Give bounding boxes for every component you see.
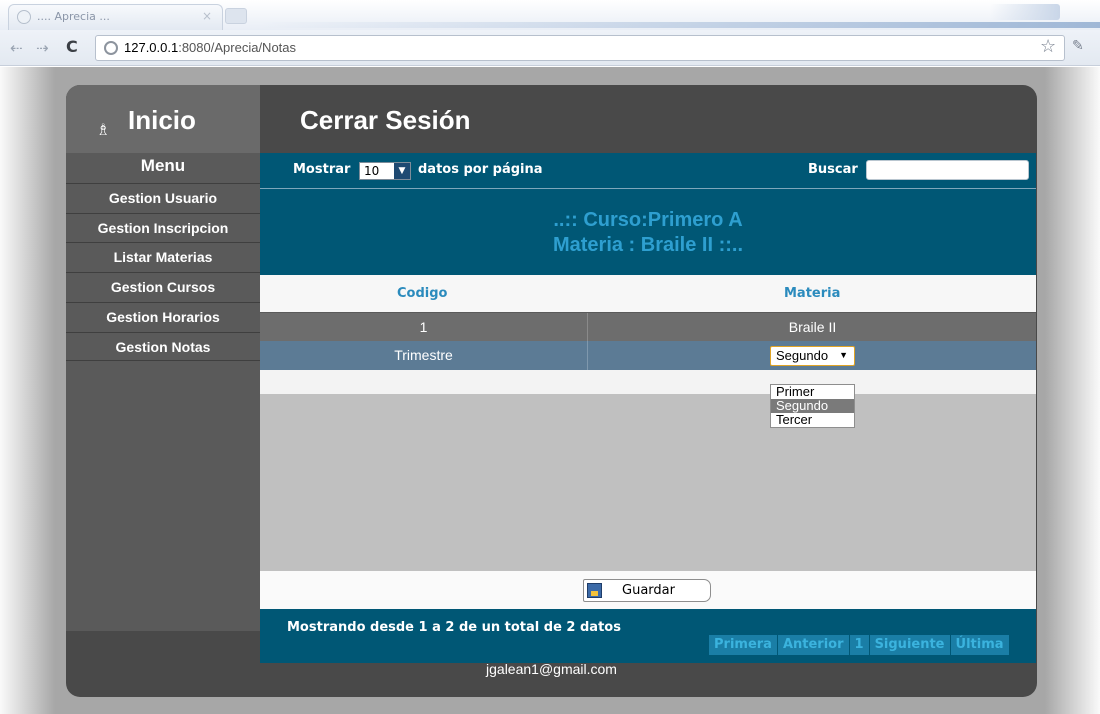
trimestre-label: Trimestre	[260, 341, 588, 370]
page-info-icon[interactable]	[104, 41, 118, 55]
chevron-down-icon: ▼	[839, 350, 848, 360]
home-icon: ♗	[96, 122, 111, 139]
sidebar-item-gestion-cursos[interactable]: Gestion Cursos	[66, 272, 260, 301]
trimestre-selected-value: Segundo	[776, 348, 829, 363]
browser-toolbar: ⇠ ⇢ C 127.0.0.1:8080/Aprecia/Notas	[0, 30, 1100, 66]
tab-strip-divider	[260, 22, 1100, 28]
chevron-down-icon: ▼	[394, 163, 410, 179]
option-primer[interactable]: Primer	[771, 385, 854, 399]
page-size-select[interactable]: 10 ▼	[359, 162, 411, 180]
save-button[interactable]: Guardar	[583, 579, 711, 602]
favicon-icon	[17, 10, 31, 24]
table-row: 1 Braile II	[260, 312, 1036, 342]
pager-last-button[interactable]: Última	[950, 635, 1009, 655]
search-label: Buscar	[808, 162, 858, 177]
menu-title: Menu	[140, 156, 186, 175]
table-spacer-row	[260, 370, 1036, 394]
floppy-disk-icon	[587, 583, 602, 598]
cell-materia: Braile II	[788, 319, 837, 335]
new-tab-button[interactable]	[225, 8, 247, 24]
sidebar: Menu Gestion Usuario Gestion Inscripcion…	[66, 153, 260, 631]
actions-bar: Guardar	[260, 571, 1036, 609]
course-banner: ..:: Curso:Primero A Materia : Braile II…	[260, 189, 1036, 275]
footer-email: jgalean1@gmail.com	[486, 661, 617, 677]
star-icon[interactable]: ☆	[1040, 36, 1056, 57]
option-tercer[interactable]: Tercer	[771, 413, 854, 427]
save-label: Guardar	[622, 583, 675, 598]
trimestre-options-list: Primer Segundo Tercer	[770, 384, 855, 428]
records-info: Mostrando desde 1 a 2 de un total de 2 d…	[287, 620, 621, 635]
url-host: 127.0.0.1	[124, 40, 179, 55]
show-label: Mostrar	[293, 162, 351, 177]
sidebar-item-gestion-horarios[interactable]: Gestion Horarios	[66, 302, 260, 331]
wrench-icon[interactable]: ✎	[1072, 38, 1084, 54]
subject-title: Materia : Braile II ::..	[552, 234, 744, 256]
browser-tab[interactable]: .... Aprecia ... ×	[8, 4, 223, 30]
column-header-codigo[interactable]: Codigo	[397, 286, 447, 301]
reload-icon[interactable]: C	[66, 37, 78, 56]
tab-title: .... Aprecia ...	[37, 10, 110, 23]
logout-link[interactable]: Cerrar Sesión	[300, 105, 471, 136]
back-arrow-icon[interactable]: ⇠	[10, 39, 23, 57]
table-controls-bar: Mostrar 10 ▼ datos por página Buscar	[260, 153, 1036, 189]
table-info-bar: Mostrando desde 1 a 2 de un total de 2 d…	[260, 609, 1036, 663]
url-path: :8080/Aprecia/Notas	[178, 40, 297, 55]
option-segundo[interactable]: Segundo	[771, 399, 854, 413]
url-text[interactable]: 127.0.0.1:8080/Aprecia/Notas	[124, 40, 296, 55]
home-link[interactable]: ♗ Inicio	[66, 85, 260, 153]
pagination: Primera Anterior 1 Siguiente Última	[709, 635, 1010, 655]
sidebar-item-listar-materias[interactable]: Listar Materias	[66, 242, 260, 271]
table-row: Trimestre Segundo ▼	[260, 341, 1036, 370]
sidebar-item-gestion-notas[interactable]: Gestion Notas	[66, 332, 260, 361]
search-input[interactable]	[866, 160, 1029, 180]
address-bar[interactable]: 127.0.0.1:8080/Aprecia/Notas	[95, 35, 1065, 61]
course-title: ..:: Curso:Primero A	[553, 209, 743, 231]
trimestre-select[interactable]: Segundo ▼	[770, 346, 855, 366]
pager-first-button[interactable]: Primera	[709, 635, 777, 655]
page-size-value: 10	[364, 164, 380, 178]
tab-close-icon[interactable]: ×	[202, 9, 212, 23]
window-controls[interactable]	[990, 4, 1060, 20]
sidebar-item-gestion-usuario[interactable]: Gestion Usuario	[66, 183, 260, 212]
browser-tab-strip: .... Aprecia ... ×	[0, 0, 1100, 30]
table-header: Codigo Materia	[260, 275, 1036, 312]
per-page-label: datos por página	[418, 162, 543, 177]
pager-next-button[interactable]: Siguiente	[869, 635, 950, 655]
cell-codigo: 1	[260, 313, 588, 342]
content-panel: Mostrar 10 ▼ datos por página Buscar ..:…	[260, 153, 1036, 663]
home-label: Inicio	[128, 105, 196, 135]
column-header-materia[interactable]: Materia	[784, 286, 840, 301]
sidebar-item-gestion-inscripcion[interactable]: Gestion Inscripcion	[66, 213, 260, 242]
forward-arrow-icon[interactable]: ⇢	[36, 39, 49, 57]
pager-previous-button[interactable]: Anterior	[777, 635, 849, 655]
app-container: ♗ Inicio Cerrar Sesión Menu Gestion Usua…	[66, 85, 1037, 697]
pager-page-1-button[interactable]: 1	[849, 635, 869, 655]
